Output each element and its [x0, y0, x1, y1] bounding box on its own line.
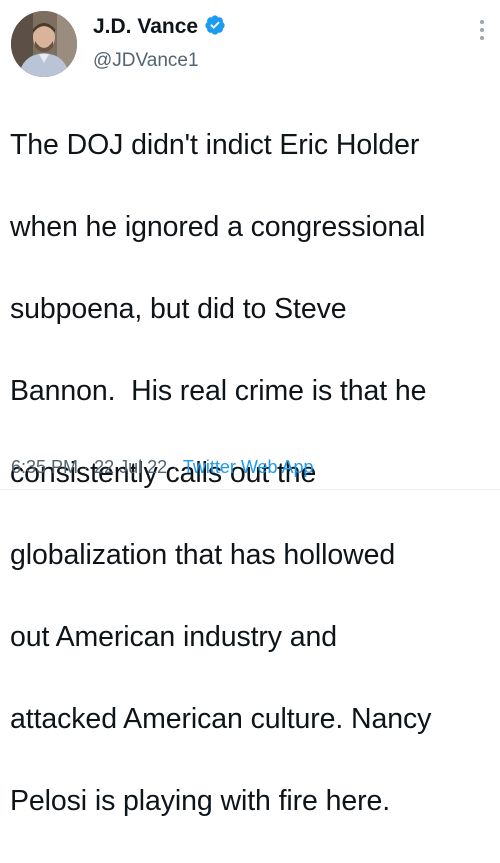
tweet-text-line: globalization that has hollowed — [10, 539, 396, 571]
verified-badge-icon — [205, 15, 225, 35]
tweet-text-line: Bannon. His real crime is that he — [10, 375, 427, 407]
tweet-text-line: out American industry and — [10, 621, 338, 653]
tweet-card: J.D. Vance @JDVance1 The DOJ didn't indi… — [0, 0, 500, 817]
profile-photo-icon — [11, 11, 77, 77]
avatar[interactable] — [11, 11, 77, 77]
author-handle[interactable]: @JDVance1 — [93, 49, 199, 73]
tweet-meta: 6:35 PM · 22 Jul 22 · Twitter Web App — [11, 456, 314, 478]
tweet-text-line: when he ignored a congressional — [10, 211, 426, 243]
divider — [0, 489, 500, 490]
tweet-time[interactable]: 6:35 PM — [11, 457, 78, 477]
meta-separator: · — [172, 457, 179, 477]
tweet-date[interactable]: 22 Jul 22 — [94, 457, 167, 477]
more-options-icon[interactable] — [476, 20, 488, 46]
tweet-text-line: The DOJ didn't indict Eric Holder — [10, 129, 420, 161]
tweet-text-line: Pelosi is playing with fire here. — [10, 785, 391, 817]
tweet-text-line: subpoena, but did to Steve — [10, 293, 347, 325]
author-name-text: J.D. Vance — [93, 15, 199, 38]
meta-separator: · — [83, 457, 90, 477]
author-name[interactable]: J.D. Vance — [93, 14, 226, 40]
tweet-source-link[interactable]: Twitter Web App — [183, 457, 314, 477]
tweet-text-line: attacked American culture. Nancy — [10, 703, 432, 735]
